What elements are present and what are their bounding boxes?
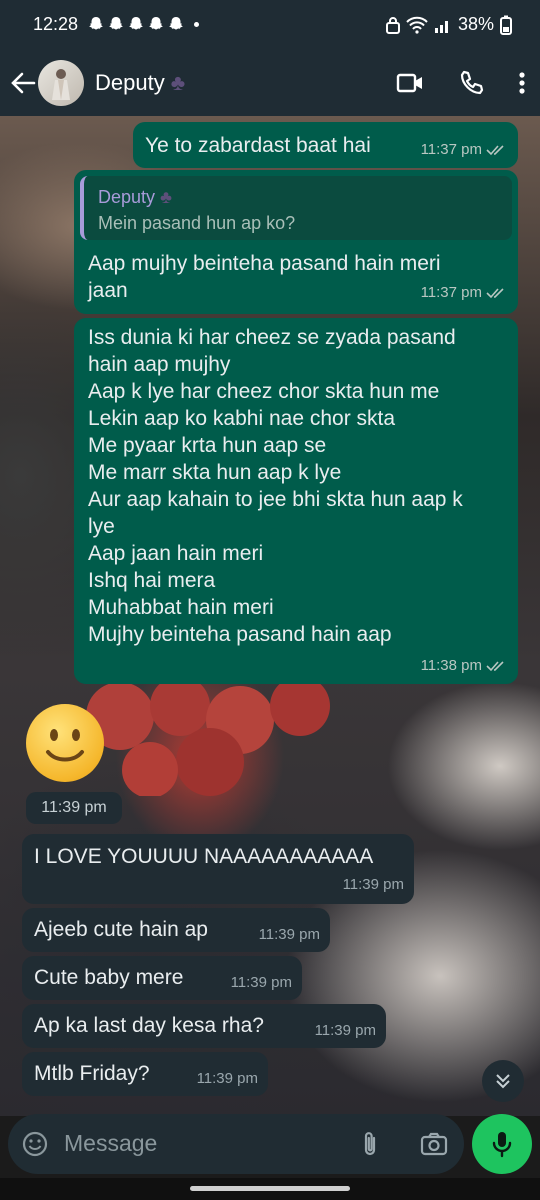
message-time: 11:38 pm [420, 657, 482, 674]
wifi-icon [406, 16, 428, 34]
camera-icon[interactable] [420, 1131, 448, 1157]
double-check-icon [486, 144, 504, 155]
wallpaper-roses [86, 676, 330, 796]
snapchat-icon [169, 17, 183, 30]
message-text: Cute baby mere [34, 966, 184, 989]
snapchat-icon [129, 17, 143, 30]
double-check-icon [486, 287, 504, 298]
message-text: Iss dunia ki har cheez se zyada pasand h… [88, 326, 463, 646]
message-time: 11:37 pm [420, 284, 482, 301]
message-time: 11:37 pm [420, 141, 482, 158]
notification-icons [88, 16, 199, 32]
incoming-message[interactable]: Cute baby mere 11:39 pm [22, 956, 302, 1000]
message-meta: 11:37 pm [421, 136, 506, 163]
contact-name[interactable]: Deputy ♣ [95, 70, 185, 96]
smiley-emoji-icon[interactable] [26, 704, 104, 782]
back-arrow-icon[interactable] [10, 70, 36, 96]
message-time: 11:39 pm [342, 876, 404, 893]
message-text: Mtlb Friday? [34, 1062, 150, 1085]
quoted-message[interactable]: Deputy ♣ Mein pasand hun ap ko? [80, 176, 512, 240]
video-call-icon[interactable] [396, 72, 424, 94]
quote-text: Mein pasand hun ap ko? [98, 213, 296, 233]
outgoing-message[interactable]: Iss dunia ki har cheez se zyada pasand h… [74, 318, 518, 684]
more-notifications-dot [194, 22, 199, 27]
message-time: 11:39 pm [314, 1022, 376, 1039]
outgoing-reply-message[interactable]: Deputy ♣ Mein pasand hun ap ko? Aap mujh… [74, 170, 518, 314]
message-meta: 11:38 pm [421, 652, 506, 679]
message-text: Ap ka last day kesa rha? [34, 1014, 264, 1037]
message-time: 11:39 pm [230, 974, 292, 991]
emoji-icon[interactable] [22, 1131, 48, 1157]
outgoing-message[interactable]: Ye to zabardast baat hai 11:37 pm [133, 122, 518, 168]
more-icon[interactable] [518, 71, 526, 95]
scroll-to-bottom-button[interactable] [482, 1060, 524, 1102]
voice-message-button[interactable] [472, 1114, 532, 1174]
message-time: 11:39 pm [258, 926, 320, 943]
mic-icon [492, 1132, 512, 1158]
header-actions [396, 70, 526, 96]
signal-icon [434, 20, 448, 33]
message-text: Ajeeb cute hain ap [34, 918, 208, 941]
message-text: Aap mujhy beinteha pasand hain meri jaan [88, 252, 441, 302]
emoji-message-time: 11:39 pm [26, 792, 122, 824]
message-meta: 11:37 pm [421, 279, 506, 306]
avatar[interactable] [38, 60, 84, 106]
attach-icon[interactable] [360, 1130, 380, 1158]
system-status: 38% [385, 14, 512, 35]
chevron-double-down-icon [496, 1074, 510, 1089]
status-bar: 12:28 38% [0, 0, 540, 52]
home-gesture-bar[interactable] [190, 1186, 350, 1191]
club-glyph: ♣ [170, 70, 186, 95]
status-time: 12:28 [33, 14, 79, 34]
double-check-icon [486, 660, 504, 671]
incoming-message[interactable]: I LOVE YOUUUU NAAAAAAAAAAA 11:39 pm [22, 834, 414, 904]
message-text: Ye to zabardast baat hai [145, 134, 371, 157]
system-nav-bar [0, 1178, 540, 1200]
battery-icon [500, 15, 512, 35]
incoming-message[interactable]: Mtlb Friday? 11:39 pm [22, 1052, 268, 1096]
snapchat-icon [149, 17, 163, 30]
phone-icon[interactable] [458, 70, 484, 96]
quote-author: Deputy ♣ [98, 187, 172, 207]
chat-area[interactable]: Ye to zabardast baat hai 11:37 pm Deputy… [0, 116, 540, 1116]
battery-percent: 38% [457, 14, 494, 34]
message-input[interactable]: Message [64, 1130, 157, 1157]
snapchat-icon [109, 17, 123, 30]
message-text: I LOVE YOUUUU NAAAAAAAAAAA [34, 845, 374, 868]
chat-header: Deputy ♣ [0, 52, 540, 116]
incoming-message[interactable]: Ap ka last day kesa rha? 11:39 pm [22, 1004, 386, 1048]
lock-icon [385, 16, 400, 34]
snapchat-icon [89, 17, 103, 30]
contact-name-text: Deputy [95, 70, 165, 95]
incoming-message[interactable]: Ajeeb cute hain ap 11:39 pm [22, 908, 330, 952]
message-composer[interactable]: Message [8, 1114, 464, 1174]
message-time: 11:39 pm [196, 1070, 258, 1087]
